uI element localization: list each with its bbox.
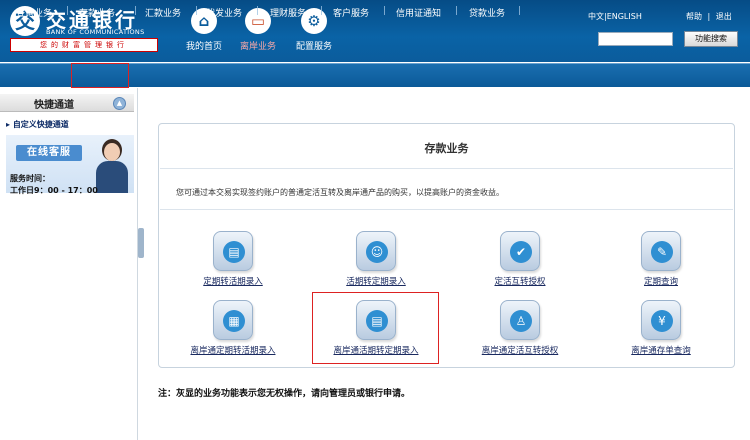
func-highlight-box bbox=[312, 292, 439, 364]
person-icon: ♙ bbox=[500, 300, 540, 340]
func-label[interactable]: 定期查询 bbox=[601, 275, 721, 287]
language-switch[interactable]: 中文|ENGLISH bbox=[588, 11, 642, 22]
func-label[interactable]: 活期转定期录入 bbox=[316, 275, 436, 287]
authorize-icon: ✔ bbox=[500, 231, 540, 271]
card-icon: ▤ bbox=[213, 231, 253, 271]
menu-item-remittance[interactable]: 汇款业务 bbox=[145, 6, 181, 19]
document-icon: ✎ bbox=[641, 231, 681, 271]
user-card-icon: ☺ bbox=[356, 231, 396, 271]
func-label[interactable]: 定活互转授权 bbox=[460, 275, 580, 287]
func-fixed-current-authorize[interactable]: ✔ 定活互转授权 bbox=[460, 231, 580, 291]
menu-item-deposit[interactable]: 存款业务 bbox=[79, 6, 115, 19]
permission-note: 注：灰显的业务功能表示您无权操作，请向管理员或银行申请。 bbox=[158, 389, 411, 399]
menu-item-payroll[interactable]: 代发业务 bbox=[206, 6, 242, 19]
func-label[interactable]: 离岸通定活互转授权 bbox=[460, 344, 580, 356]
header-links: 帮助 | 退出 bbox=[686, 11, 732, 22]
menu-separator: | bbox=[256, 6, 260, 16]
menu-deposit-highlight bbox=[71, 63, 129, 88]
agent-avatar-icon bbox=[94, 137, 130, 193]
func-offshore-fixed-current-authorize[interactable]: ♙ 离岸通定活互转授权 bbox=[460, 300, 580, 360]
menu-separator: | bbox=[383, 6, 387, 16]
nav-config-service-label: 配置服务 bbox=[295, 42, 332, 52]
menu-separator: | bbox=[455, 6, 459, 16]
bank-slogan: 您的财富管理银行 bbox=[10, 38, 158, 52]
function-search-button[interactable]: 功能搜索 bbox=[684, 31, 738, 47]
nav-offshore-business-label: 离岸业务 bbox=[239, 42, 276, 52]
sidebar-divider bbox=[137, 88, 138, 440]
help-link[interactable]: 帮助 bbox=[686, 12, 702, 21]
divider bbox=[160, 209, 733, 210]
search-input[interactable] bbox=[598, 32, 673, 46]
custom-quick-access-label: 自定义快捷通道 bbox=[12, 120, 69, 129]
menu-item-loan[interactable]: 贷款业务 bbox=[469, 6, 505, 19]
quick-access-title: 快捷通道 bbox=[34, 100, 74, 111]
bank-name-en: BANK OF COMMUNICATIONS bbox=[46, 28, 145, 36]
service-hours-label: 服务时间： bbox=[10, 174, 50, 183]
func-label[interactable]: 离岸通定期转活期录入 bbox=[173, 344, 293, 356]
service-hours: 工作日9：00 - 17：00 bbox=[10, 186, 98, 195]
func-label[interactable]: 离岸通存单查询 bbox=[601, 344, 721, 356]
online-service-title: 在线客服 bbox=[16, 145, 82, 161]
header-sep: | bbox=[707, 12, 711, 21]
menu-separator: | bbox=[66, 6, 70, 16]
menu-item-customer-service[interactable]: 客户服务 bbox=[333, 6, 369, 19]
func-offshore-fixed-to-current-entry[interactable]: ▦ 离岸通定期转活期录入 bbox=[173, 300, 293, 360]
logout-link[interactable]: 退出 bbox=[716, 12, 732, 21]
func-label[interactable]: 定期转活期录入 bbox=[173, 275, 293, 287]
menu-separator: | bbox=[195, 6, 199, 16]
menu-separator: | bbox=[134, 6, 138, 16]
panel-description: 您可通过本交易实现签约账户的普通定活互转及离岸通产品的购买，以提高账户的资金收益… bbox=[176, 188, 504, 197]
func-fixed-query[interactable]: ✎ 定期查询 bbox=[601, 231, 721, 291]
sidebar-toggle-handle[interactable] bbox=[138, 228, 144, 258]
money-icon: ¥ bbox=[641, 300, 681, 340]
divider bbox=[160, 168, 733, 169]
custom-quick-access-link[interactable]: ▸ 自定义快捷通道 bbox=[6, 119, 69, 130]
func-offshore-certificate-query[interactable]: ¥ 离岸通存单查询 bbox=[601, 300, 721, 360]
func-fixed-to-current-entry[interactable]: ▤ 定期转活期录入 bbox=[173, 231, 293, 291]
menu-item-wealth[interactable]: 理财服务 bbox=[270, 6, 306, 19]
func-current-to-fixed-entry[interactable]: ☺ 活期转定期录入 bbox=[316, 231, 436, 291]
collapse-up-icon[interactable]: ▲ bbox=[113, 97, 126, 110]
menu-item-lc-notice[interactable]: 信用证通知 bbox=[396, 6, 441, 19]
page-title: 存款业务 bbox=[424, 142, 469, 155]
nav-my-home-label: 我的首页 bbox=[185, 42, 222, 52]
menu-separator: | bbox=[518, 6, 522, 16]
papers-icon: ▦ bbox=[213, 300, 253, 340]
menu-separator: | bbox=[320, 6, 324, 16]
menu-item-query[interactable]: 查询业务 bbox=[16, 6, 52, 19]
